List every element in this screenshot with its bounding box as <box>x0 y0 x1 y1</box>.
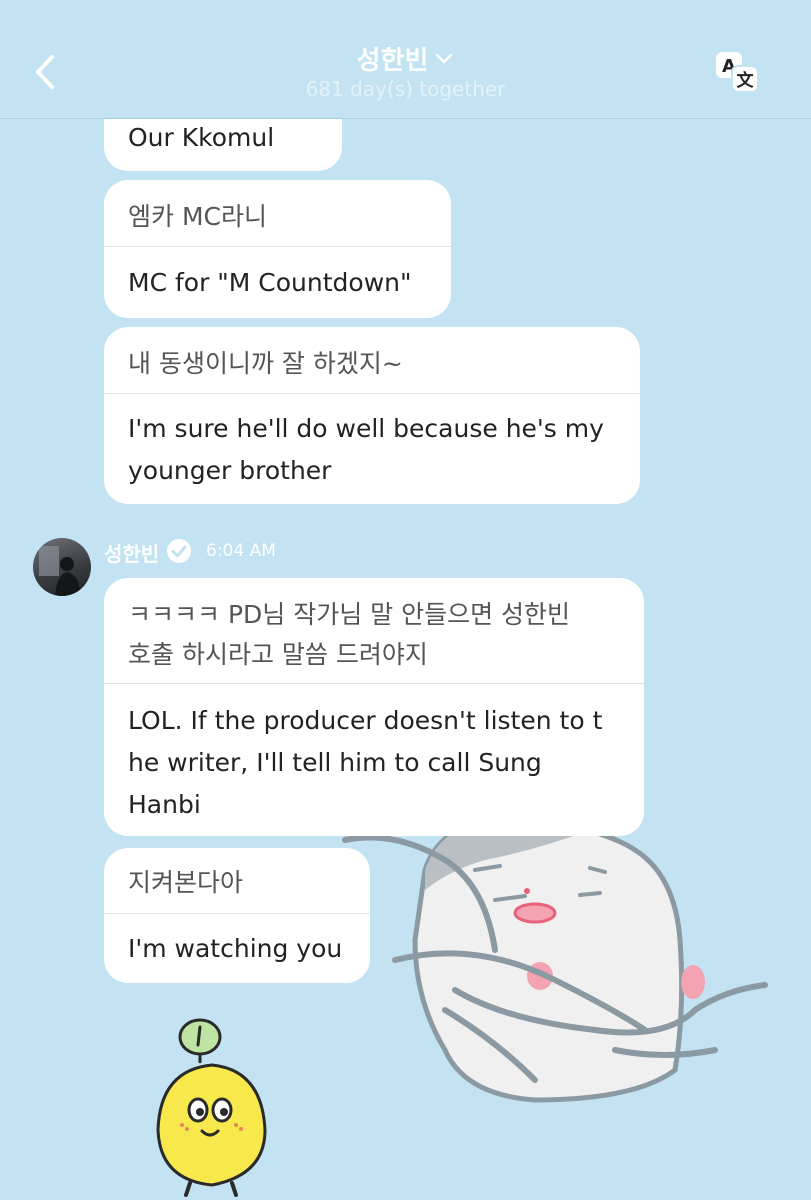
translation-line: LOL. If the producer doesn't listen to t <box>128 706 603 735</box>
message-time: 6:04 AM <box>206 541 276 561</box>
message-bubble[interactable]: 내 동생이니까 잘 하겠지~ I'm sure he'll do well be… <box>104 327 640 504</box>
translation-line: I'm sure he'll do well because he's my <box>128 414 604 443</box>
translation-line: he writer, I'll tell him to call Sung Ha… <box>128 748 542 819</box>
chat-title-dropdown[interactable]: 성한빈 <box>0 40 811 77</box>
message-original: 엠카 MC라니 <box>128 202 267 231</box>
message-translation: I'm watching you <box>128 934 343 963</box>
translation-line: younger brother <box>128 456 332 485</box>
translate-icon: A 文 <box>716 52 759 93</box>
cat-sticker <box>342 816 768 1103</box>
message-original: ㅋㅋㅋㅋ PD님 작가님 말 안들으면 성한빈 호출 하시라고 말씀 드려야지 <box>104 578 644 683</box>
message-original: 내 동생이니까 잘 하겠지~ <box>128 349 403 378</box>
svg-text:文: 文 <box>737 70 755 91</box>
message-bubble[interactable]: 지켜본다아 I'm watching you <box>104 848 370 983</box>
message-translation: LOL. If the producer doesn't listen to t… <box>104 684 644 836</box>
days-together: 681 day(s) together <box>305 77 506 101</box>
original-line: ㅋㅋㅋㅋ PD님 작가님 말 안들으면 성한빈 <box>128 600 571 629</box>
avatar-photo <box>39 546 81 596</box>
message-original: 지켜본다아 <box>128 868 244 897</box>
message-bubble[interactable]: 엠카 MC라니 MC for "M Countdown" <box>104 180 451 318</box>
verified-badge-icon <box>167 539 191 563</box>
lemon-sticker <box>156 1018 267 1197</box>
translate-button[interactable]: A 文 <box>714 50 760 94</box>
message-bubble[interactable]: ㅋㅋㅋㅋ PD님 작가님 말 안들으면 성한빈 호출 하시라고 말씀 드려야지 … <box>104 578 644 836</box>
message-translation: I'm sure he'll do well because he's my y… <box>104 394 640 492</box>
message-translation: MC for "M Countdown" <box>128 268 412 297</box>
chat-title: 성한빈 <box>356 46 429 76</box>
chevron-down-icon <box>436 53 453 63</box>
original-line: 호출 하시라고 말씀 드려야지 <box>128 640 428 669</box>
chat-header: 성한빈 681 day(s) together A 文 <box>0 0 811 119</box>
sender-name: 성한빈 <box>104 542 160 566</box>
translation-line: n <box>104 826 644 836</box>
avatar[interactable] <box>33 538 91 596</box>
